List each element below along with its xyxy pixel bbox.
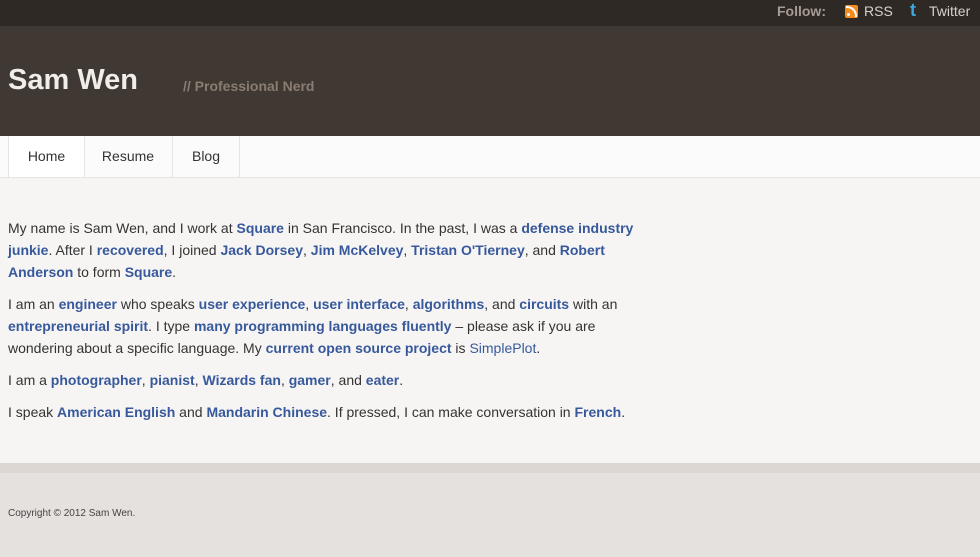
- text: ,: [305, 296, 314, 312]
- text: ,: [280, 372, 289, 388]
- text: .: [172, 264, 177, 280]
- link-photographer[interactable]: photographer: [51, 372, 142, 388]
- link-algorithms[interactable]: algorithms: [413, 296, 485, 312]
- rss-link[interactable]: RSS: [845, 3, 893, 19]
- rss-label: RSS: [864, 3, 893, 19]
- skills-paragraph: I am an engineer who speaks user experie…: [8, 293, 638, 359]
- text: I am an: [8, 296, 59, 312]
- twitter-link[interactable]: t Twitter: [910, 0, 971, 20]
- link-american-english[interactable]: American English: [57, 404, 175, 420]
- link-user-interface[interactable]: user interface: [313, 296, 405, 312]
- nav-item-resume[interactable]: Resume: [84, 136, 173, 177]
- text: I am a: [8, 372, 51, 388]
- text: ,: [403, 242, 412, 258]
- link-simpleplot[interactable]: SimplePlot: [469, 340, 536, 356]
- footer: Copyright © 2012 Sam Wen.: [0, 463, 980, 557]
- main-nav: Home Resume Blog: [0, 136, 980, 178]
- link-square[interactable]: Square: [237, 220, 284, 236]
- text: .: [399, 372, 404, 388]
- copyright-text: Copyright © 2012 Sam Wen.: [8, 508, 136, 519]
- link-open-source-project[interactable]: current open source project: [266, 340, 452, 356]
- text: is: [451, 340, 470, 356]
- text: , I joined: [163, 242, 221, 258]
- link-programming-languages[interactable]: many programming languages fluently: [194, 318, 452, 334]
- link-user-experience[interactable]: user experience: [199, 296, 306, 312]
- main-content: My name is Sam Wen, and I work at Square…: [8, 217, 638, 433]
- link-french[interactable]: French: [575, 404, 622, 420]
- top-bar: Follow: RSS t Twitter: [0, 0, 980, 26]
- intro-paragraph: My name is Sam Wen, and I work at Square…: [8, 217, 638, 283]
- site-header: Sam Wen // Professional Nerd: [0, 26, 980, 136]
- follow-label: Follow:: [777, 3, 826, 19]
- link-wizards-fan[interactable]: Wizards fan: [202, 372, 280, 388]
- text: . After I: [48, 242, 97, 258]
- text: in San Francisco. In the past, I was a: [283, 220, 522, 236]
- rss-icon: [845, 4, 858, 18]
- text: . I type: [148, 318, 194, 334]
- link-jack-dorsey[interactable]: Jack Dorsey: [220, 242, 303, 258]
- link-mandarin-chinese[interactable]: Mandarin Chinese: [206, 404, 327, 420]
- link-square-2[interactable]: Square: [125, 264, 172, 280]
- link-engineer[interactable]: engineer: [59, 296, 117, 312]
- link-recovered[interactable]: recovered: [97, 242, 164, 258]
- text: and: [175, 404, 207, 420]
- link-gamer[interactable]: gamer: [289, 372, 331, 388]
- text: My name is Sam Wen, and I work at: [8, 220, 237, 236]
- languages-paragraph: I speak American English and Mandarin Ch…: [8, 401, 638, 423]
- hobbies-paragraph: I am a photographer, pianist, Wizards fa…: [8, 369, 638, 391]
- link-circuits[interactable]: circuits: [519, 296, 569, 312]
- link-entrepreneurial-spirit[interactable]: entrepreneurial spirit: [8, 318, 148, 334]
- text: .: [621, 404, 626, 420]
- text: , and: [484, 296, 520, 312]
- text: .: [536, 340, 541, 356]
- twitter-label: Twitter: [929, 3, 971, 19]
- text: ,: [404, 296, 413, 312]
- footer-divider: [0, 463, 980, 473]
- text: ,: [141, 372, 150, 388]
- text: ,: [303, 242, 311, 258]
- nav-item-blog[interactable]: Blog: [173, 136, 240, 177]
- twitter-icon: t: [910, 0, 916, 20]
- text: who speaks: [116, 296, 199, 312]
- text: , and: [330, 372, 366, 388]
- text: to form: [73, 264, 125, 280]
- site-title[interactable]: Sam Wen: [8, 64, 138, 97]
- text: , and: [524, 242, 560, 258]
- text: with an: [569, 296, 618, 312]
- site-tagline: // Professional Nerd: [183, 78, 315, 94]
- link-jim-mckelvey[interactable]: Jim McKelvey: [311, 242, 404, 258]
- link-tristan-otierney[interactable]: Tristan O'Tierney: [411, 242, 525, 258]
- text: . If pressed, I can make conversation in: [327, 404, 575, 420]
- link-pianist[interactable]: pianist: [150, 372, 195, 388]
- text: I speak: [8, 404, 58, 420]
- link-eater[interactable]: eater: [366, 372, 399, 388]
- nav-item-home[interactable]: Home: [8, 136, 85, 177]
